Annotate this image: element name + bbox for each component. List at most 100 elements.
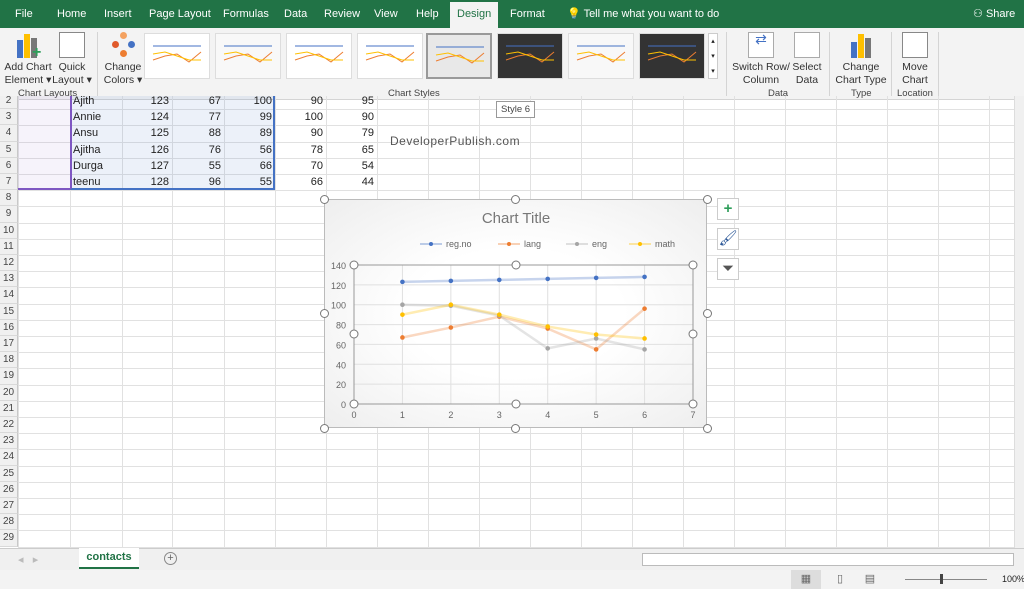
chart[interactable]: Chart Title 0 20 40 60 80 100 120 140 0 1 2 3 4 5 6 7 reg… <box>320 195 712 433</box>
chart-style-3[interactable] <box>286 33 352 79</box>
cell[interactable]: 100 <box>275 109 326 125</box>
vertical-scrollbar[interactable] <box>1014 96 1024 548</box>
tab-format[interactable]: Format <box>503 0 552 28</box>
row-header[interactable]: 26 <box>0 481 18 498</box>
cell[interactable]: 123 <box>122 96 172 109</box>
tab-help[interactable]: Help <box>409 0 446 28</box>
row-header[interactable]: 6 <box>0 157 18 174</box>
row-header[interactable]: 29 <box>0 530 18 547</box>
cell[interactable]: 65 <box>326 142 377 158</box>
row-header[interactable]: 13 <box>0 271 18 288</box>
styles-scroll[interactable]: ▴ ▾ ▾ <box>708 33 718 79</box>
cell[interactable]: 90 <box>275 96 326 109</box>
cell[interactable]: Ajith <box>70 96 122 109</box>
cell[interactable]: 90 <box>275 125 326 141</box>
row-header[interactable]: 14 <box>0 287 18 304</box>
row-header[interactable]: 11 <box>0 238 18 255</box>
quick-layout-button[interactable]: Quick Layout ▾ <box>52 32 92 87</box>
chart-resize-handle[interactable] <box>320 424 329 433</box>
cell[interactable]: 79 <box>326 125 377 141</box>
row-header[interactable]: 18 <box>0 352 18 369</box>
change-colors-button[interactable]: Change Colors ▾ <box>102 32 144 87</box>
chart-styles-button[interactable]: 🖌 <box>717 228 739 250</box>
chart-resize-handle[interactable] <box>703 195 712 204</box>
row-header[interactable]: 21 <box>0 400 18 417</box>
cell[interactable]: 66 <box>275 174 326 190</box>
row-header[interactable]: 5 <box>0 141 18 158</box>
cell[interactable]: 127 <box>122 158 172 174</box>
share-button[interactable]: ⚇ Share <box>966 0 1022 28</box>
page-break-view-button[interactable]: ▤ <box>860 570 880 589</box>
row-header[interactable]: 24 <box>0 449 18 466</box>
chart-style-2[interactable] <box>215 33 281 79</box>
cell[interactable]: 99 <box>224 109 275 125</box>
cell[interactable]: 100 <box>224 96 275 109</box>
chart-elements-button[interactable]: + <box>717 198 739 220</box>
chart-style-8[interactable] <box>639 33 705 79</box>
cell[interactable]: 44 <box>326 174 377 190</box>
cell[interactable]: 128 <box>122 174 172 190</box>
tab-home[interactable]: Home <box>50 0 93 28</box>
tab-file[interactable]: File <box>8 0 40 28</box>
row-header[interactable]: 10 <box>0 222 18 239</box>
chart-resize-handle[interactable] <box>703 424 712 433</box>
horizontal-scrollbar[interactable] <box>642 553 1014 566</box>
cell[interactable]: Ajitha <box>70 142 122 158</box>
cell[interactable]: 89 <box>224 125 275 141</box>
cell[interactable]: 55 <box>172 158 224 174</box>
cell[interactable]: 78 <box>275 142 326 158</box>
row-header[interactable]: 27 <box>0 498 18 515</box>
tab-data[interactable]: Data <box>277 0 314 28</box>
chart-resize-handle[interactable] <box>320 195 329 204</box>
add-chart-element-button[interactable]: + Add Chart Element ▾ <box>4 32 52 87</box>
tab-insert[interactable]: Insert <box>97 0 139 28</box>
tab-page-layout[interactable]: Page Layout <box>142 0 218 28</box>
change-chart-type-button[interactable]: Change Chart Type <box>834 32 888 87</box>
row-header[interactable]: 15 <box>0 303 18 320</box>
cell[interactable]: 54 <box>326 158 377 174</box>
row-header[interactable]: 28 <box>0 514 18 531</box>
row-header[interactable]: 12 <box>0 255 18 272</box>
cell[interactable]: 124 <box>122 109 172 125</box>
chart-resize-handle[interactable] <box>511 424 520 433</box>
row-header[interactable]: 19 <box>0 368 18 385</box>
sheet-nav-arrows[interactable]: ◂ ▸ <box>18 553 38 566</box>
row-header[interactable]: 9 <box>0 206 18 223</box>
row-header[interactable]: 8 <box>0 190 18 207</box>
chart-filters-button[interactable]: ⏷ <box>717 258 739 280</box>
cell[interactable]: 96 <box>172 174 224 190</box>
cell[interactable]: 95 <box>326 96 377 109</box>
row-header[interactable]: 23 <box>0 433 18 450</box>
chart-resize-handle[interactable] <box>511 195 520 204</box>
cell[interactable]: Annie <box>70 109 122 125</box>
chart-style-4[interactable] <box>357 33 423 79</box>
page-layout-view-button[interactable]: ▯ <box>830 570 850 589</box>
tab-design[interactable]: Design <box>450 2 499 28</box>
row-header[interactable]: 16 <box>0 319 18 336</box>
cell[interactable]: 70 <box>275 158 326 174</box>
row-header[interactable]: 7 <box>0 174 18 191</box>
tell-me-search[interactable]: 💡 Tell me what you want to do <box>560 0 726 28</box>
cell[interactable]: 77 <box>172 109 224 125</box>
chart-style-6[interactable] <box>497 33 563 79</box>
normal-view-button[interactable]: ▦ <box>791 570 821 589</box>
cell[interactable]: teenu <box>70 174 122 190</box>
cell[interactable]: 56 <box>224 142 275 158</box>
tab-review[interactable]: Review <box>317 0 367 28</box>
row-header[interactable]: 22 <box>0 417 18 434</box>
row-header[interactable]: 2 <box>0 96 18 110</box>
zoom-slider[interactable] <box>905 579 987 580</box>
cell[interactable]: Durga <box>70 158 122 174</box>
chart-style-7[interactable] <box>568 33 634 79</box>
chart-resize-handle[interactable] <box>320 309 329 318</box>
cell[interactable]: 125 <box>122 125 172 141</box>
row-header[interactable]: 17 <box>0 336 18 353</box>
cell[interactable]: 66 <box>224 158 275 174</box>
cell[interactable]: 67 <box>172 96 224 109</box>
tab-formulas[interactable]: Formulas <box>216 0 276 28</box>
tab-view[interactable]: View <box>367 0 405 28</box>
chart-resize-handle[interactable] <box>703 309 712 318</box>
chart-style-1[interactable] <box>144 33 210 79</box>
add-sheet-button[interactable]: + <box>164 552 177 565</box>
cell[interactable]: 76 <box>172 142 224 158</box>
